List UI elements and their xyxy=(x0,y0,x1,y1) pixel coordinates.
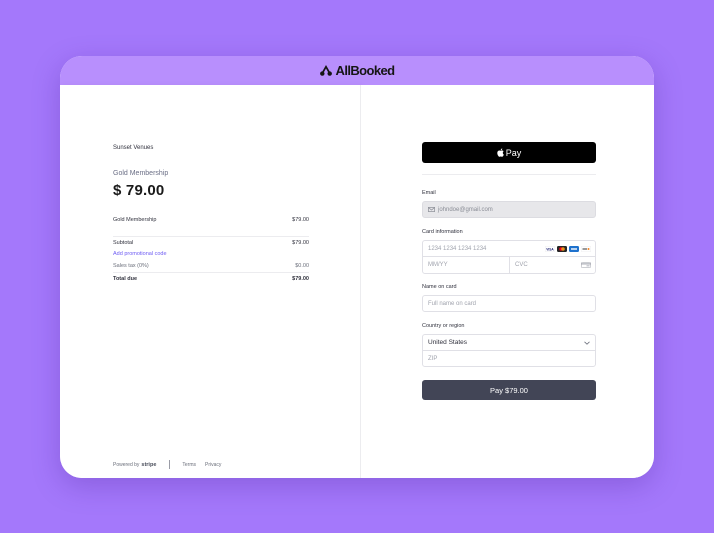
apple-icon xyxy=(497,148,504,157)
payment-panel: Pay Email johndoe@gmail.com Card informa… xyxy=(361,85,654,478)
footer: Powered by stripe Terms Privacy xyxy=(113,460,230,469)
summary-table: Gold Membership $79.00 Subtotal $79.00 A… xyxy=(113,214,309,284)
cvc-card-icon xyxy=(581,262,591,268)
card-info-group: 1234 1234 1234 1234 VISA MM/YY CVC xyxy=(422,240,596,274)
total-amount: $79.00 xyxy=(292,275,309,282)
apple-pay-label: Pay xyxy=(505,147,522,158)
add-promo-code-link[interactable]: Add promotional code xyxy=(113,248,309,260)
title-bar: AllBooked xyxy=(60,56,654,85)
stripe-logo[interactable]: stripe xyxy=(141,462,156,468)
merchant-name: Sunset Venues xyxy=(113,145,154,151)
zip-placeholder: ZIP xyxy=(428,356,438,362)
product-price: $ 79.00 xyxy=(113,182,165,199)
total-label: Total due xyxy=(113,275,138,282)
tax-amount: $0.00 xyxy=(295,263,309,269)
country-label: Country or region xyxy=(422,323,465,329)
email-value: johndoe@gmail.com xyxy=(438,206,493,213)
checkout-window: AllBooked Sunset Venues Gold Membership … xyxy=(60,56,654,478)
discover-icon xyxy=(581,245,591,252)
email-field[interactable]: johndoe@gmail.com xyxy=(422,201,596,218)
card-number-field[interactable]: 1234 1234 1234 1234 VISA xyxy=(423,241,595,257)
zip-field[interactable]: ZIP xyxy=(423,351,595,367)
checkout-content: Sunset Venues Gold Membership $ 79.00 Go… xyxy=(60,85,654,478)
email-label: Email xyxy=(422,190,436,196)
line-item-amount: $79.00 xyxy=(292,217,309,223)
country-select[interactable]: United States xyxy=(423,335,595,351)
svg-text:VISA: VISA xyxy=(546,247,554,251)
powered-by-text: Powered by xyxy=(113,461,140,468)
terms-link[interactable]: Terms xyxy=(182,462,196,468)
card-expiry-cvc-row: MM/YY CVC xyxy=(423,257,595,273)
cvc-placeholder: CVC xyxy=(515,262,528,268)
subtotal-row: Subtotal $79.00 xyxy=(113,236,309,248)
name-placeholder: Full name on card xyxy=(428,300,477,307)
visa-icon: VISA xyxy=(545,245,555,252)
subtotal-label: Subtotal xyxy=(113,239,134,246)
brand-name: AllBooked xyxy=(335,63,395,78)
address-group: United States ZIP xyxy=(422,334,596,367)
card-brands: VISA xyxy=(545,245,591,252)
tax-label: Sales tax (0%) xyxy=(113,263,149,269)
card-number-placeholder: 1234 1234 1234 1234 xyxy=(428,245,487,252)
tax-row: Sales tax (0%) $0.00 xyxy=(113,260,309,272)
expiry-placeholder: MM/YY xyxy=(428,262,448,268)
total-row: Total due $79.00 xyxy=(113,272,309,284)
mail-icon xyxy=(428,207,435,212)
name-label: Name on card xyxy=(422,284,457,290)
form-divider xyxy=(422,174,596,175)
apple-pay-button[interactable]: Pay xyxy=(422,142,596,163)
name-on-card-field[interactable]: Full name on card xyxy=(422,295,596,312)
line-item-row: Gold Membership $79.00 xyxy=(113,214,309,226)
allbooked-logo-icon xyxy=(319,65,332,76)
country-value: United States xyxy=(428,339,468,346)
amex-icon xyxy=(569,245,579,252)
footer-divider xyxy=(169,460,171,469)
card-info-label: Card information xyxy=(422,229,463,235)
cvc-field[interactable]: CVC xyxy=(509,257,595,273)
order-summary-panel: Sunset Venues Gold Membership $ 79.00 Go… xyxy=(60,85,361,478)
line-item-label: Gold Membership xyxy=(113,217,157,223)
mastercard-icon xyxy=(557,245,567,252)
chevron-down-icon xyxy=(584,341,590,345)
pay-button[interactable]: Pay $79.00 xyxy=(422,380,596,400)
product-name: Gold Membership xyxy=(113,170,169,177)
expiry-field[interactable]: MM/YY xyxy=(423,257,509,273)
subtotal-amount: $79.00 xyxy=(292,239,309,246)
privacy-link[interactable]: Privacy xyxy=(205,462,221,468)
